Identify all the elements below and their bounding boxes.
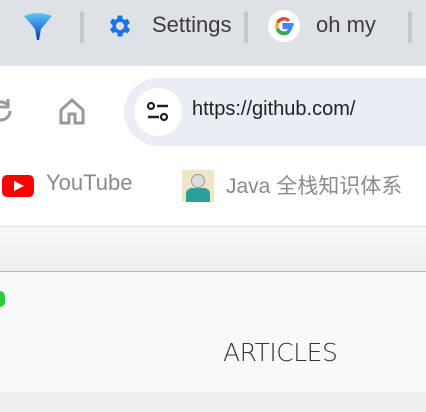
site-info-button[interactable] bbox=[134, 88, 182, 136]
url-text[interactable]: https://github.com/ bbox=[192, 98, 355, 121]
address-bar[interactable]: https://github.com/ bbox=[124, 78, 426, 146]
avatar-icon bbox=[182, 170, 214, 202]
google-icon bbox=[268, 10, 300, 42]
gear-icon bbox=[109, 15, 131, 37]
site-header-bar bbox=[0, 226, 426, 272]
bookmarks-bar: YouTube Java 全栈知识体系 bbox=[0, 156, 426, 220]
tab-title: Settings bbox=[152, 12, 232, 37]
bookmark-label: YouTube bbox=[46, 170, 133, 195]
toolbar: https://github.com/ bbox=[0, 66, 426, 156]
home-icon[interactable] bbox=[58, 97, 86, 125]
page-content bbox=[0, 392, 426, 412]
tab-separator bbox=[80, 11, 84, 43]
status-dot-icon bbox=[0, 291, 5, 307]
tab-separator bbox=[408, 11, 412, 43]
tab-google[interactable]: oh my bbox=[266, 0, 406, 56]
tab-title: oh my bbox=[316, 12, 376, 37]
bookmark-youtube[interactable]: YouTube bbox=[0, 156, 150, 216]
tab-strip: Settings oh my bbox=[0, 0, 426, 66]
tune-icon bbox=[146, 101, 169, 122]
funnel-icon bbox=[24, 13, 52, 40]
reload-icon[interactable] bbox=[0, 97, 14, 125]
bookmark-label: Java 全栈知识体系 bbox=[226, 175, 403, 198]
tab-separator bbox=[244, 11, 248, 43]
tab-settings[interactable]: Settings bbox=[100, 0, 240, 56]
nav-articles-link[interactable]: ARTICLES bbox=[223, 338, 338, 367]
page-nav: ARTICLES bbox=[0, 272, 426, 392]
youtube-icon bbox=[2, 175, 34, 197]
bookmark-java[interactable]: Java 全栈知识体系 bbox=[180, 156, 426, 216]
tab-funnel[interactable] bbox=[22, 10, 54, 42]
